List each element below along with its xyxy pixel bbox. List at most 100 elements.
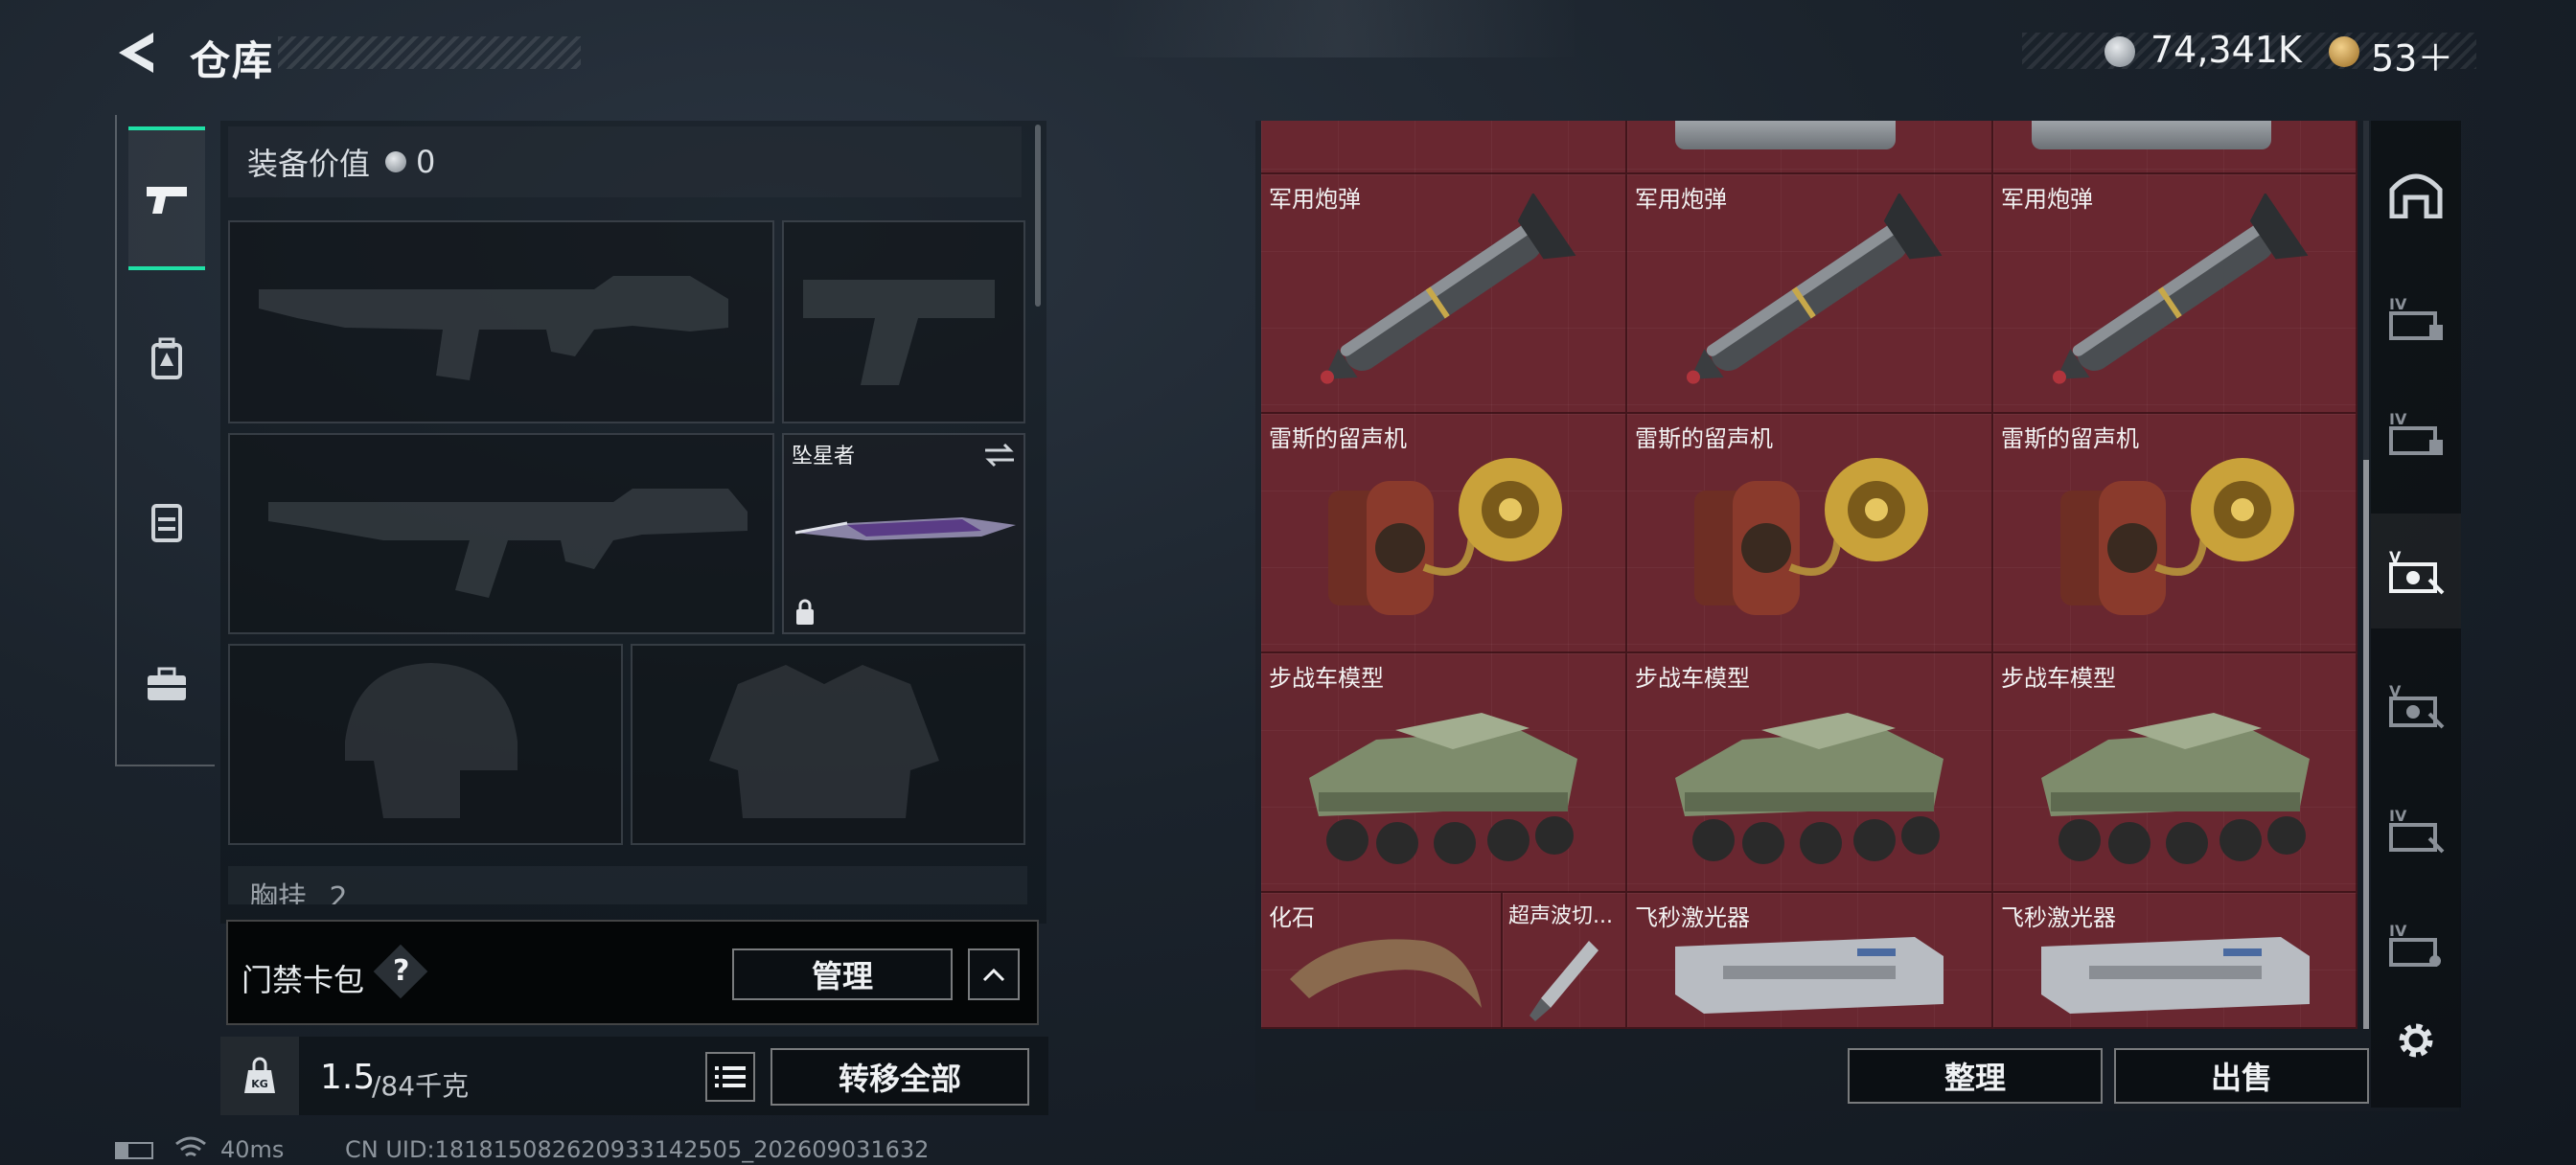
item-name: 雷斯的留声机 — [1269, 425, 1407, 452]
premium-balance[interactable]: 53＋ — [2371, 29, 2453, 81]
item-cell[interactable]: 飞秒激光器 — [1627, 893, 1993, 1029]
gramophone-icon — [1328, 458, 1562, 615]
weight-unit-icon: KG — [251, 1078, 268, 1090]
chest-rig-label: 胸挂 — [249, 881, 307, 904]
weight-current: 1.5 — [320, 1058, 376, 1097]
femtosecond-laser-icon — [1675, 937, 1944, 1014]
item-cell[interactable]: 超声波切... — [1503, 893, 1627, 1029]
body-armor-silhouette-icon — [709, 665, 939, 818]
battery-icon — [115, 1142, 153, 1159]
equipment-value: 0 — [416, 144, 436, 180]
item-cell[interactable]: 步战车模型 — [1261, 653, 1627, 893]
tab-storage-iv-1[interactable]: IV — [2371, 261, 2461, 376]
item-name: 步战车模型 — [1635, 665, 1750, 692]
grid-cell[interactable] — [1993, 121, 2358, 174]
melee-weapon-slot[interactable]: 坠星者 — [782, 433, 1025, 634]
pistol-icon — [147, 187, 187, 214]
equipment-scrollbar[interactable] — [1035, 125, 1041, 307]
helmet-silhouette-icon — [345, 663, 518, 818]
artillery-shell-icon — [1320, 194, 1576, 384]
tab-storage-iv-2[interactable]: IV — [2371, 376, 2461, 491]
item-name: 雷斯的留声机 — [2001, 425, 2139, 452]
storage-grid: 军用炮弹 军用炮弹 军用炮弹 雷斯的留声机 雷斯的留声机 雷斯的留声机 步战车模… — [1261, 121, 2358, 1029]
storage-iv-4-icon: IV — [2389, 922, 2441, 967]
item-cell[interactable]: 军用炮弹 — [1261, 174, 1627, 414]
vest-icon — [151, 504, 182, 542]
secondary-weapon-slot[interactable] — [228, 433, 774, 634]
svg-text:IV: IV — [2389, 922, 2407, 940]
grid-cell[interactable] — [1627, 121, 1993, 174]
ping-text: 40ms — [220, 1136, 285, 1163]
silver-coin-icon — [2104, 36, 2135, 67]
fossil-claw-icon — [1290, 939, 1482, 1008]
storage-scrollbar[interactable] — [2363, 460, 2369, 1029]
back-arrow-icon — [119, 33, 153, 73]
equipment-value-bar: 装备价值 0 — [228, 126, 1022, 197]
tab-safe-box[interactable] — [2371, 136, 2461, 251]
tab-weapons[interactable] — [128, 126, 205, 270]
item-cell[interactable]: 雷斯的留声机 — [1627, 414, 1993, 653]
helmet-slot[interactable] — [228, 644, 623, 845]
item-cell[interactable]: 化石 — [1261, 893, 1503, 1029]
swap-icon[interactable] — [981, 441, 1018, 469]
tab-vest[interactable] — [128, 450, 205, 594]
storage-v-1-icon: V — [2389, 548, 2445, 595]
item-cell[interactable]: 军用炮弹 — [1993, 174, 2358, 414]
item-cell[interactable]: 步战车模型 — [1993, 653, 2358, 893]
item-cell[interactable]: 飞秒激光器 — [1993, 893, 2358, 1029]
gramophone-icon — [1694, 458, 1928, 615]
storage-v-2-icon: V — [2389, 682, 2445, 729]
item-name: 超声波切... — [1508, 904, 1613, 928]
item-cell[interactable]: 雷斯的留声机 — [1993, 414, 2358, 653]
list-view-button[interactable] — [705, 1052, 755, 1102]
keyboard-item-icon — [2032, 121, 2271, 149]
chest-rig-count: 2 — [329, 881, 348, 904]
primary-weapon-slot[interactable] — [228, 220, 774, 423]
transfer-all-button[interactable]: 转移全部 — [770, 1048, 1029, 1106]
chest-rig-slot[interactable]: 胸挂 2 — [228, 866, 1027, 904]
sidearm-slot[interactable] — [782, 220, 1025, 423]
item-cell[interactable]: 步战车模型 — [1627, 653, 1993, 893]
lock-icon — [796, 599, 814, 625]
equipment-tabs — [115, 115, 215, 766]
storage-iv-1-icon: IV — [2389, 295, 2443, 340]
weight-icon: KG — [220, 1037, 299, 1115]
artillery-shell-icon — [2052, 194, 2309, 384]
manage-button[interactable]: 管理 — [732, 948, 953, 1000]
tab-case[interactable] — [128, 613, 205, 757]
safe-box-icon — [2389, 173, 2443, 218]
tab-storage-v-1[interactable]: V — [2371, 514, 2461, 628]
rifle-silhouette-icon — [268, 489, 748, 598]
item-cell[interactable]: 雷斯的留声机 — [1261, 414, 1627, 653]
svg-text:IV: IV — [2389, 295, 2407, 313]
sort-button[interactable]: 整理 — [1848, 1048, 2103, 1104]
rifle-silhouette-icon — [259, 276, 728, 380]
equipment-value-label: 装备价值 — [247, 146, 371, 182]
keycard-pouch: 门禁卡包 ? 管理 — [226, 920, 1039, 1025]
uid-text: CN UID:18181508262093314​2505_2026090316… — [345, 1136, 930, 1163]
chevron-up-icon — [982, 968, 1005, 982]
item-cell[interactable]: 军用炮弹 — [1627, 174, 1993, 414]
armor-slot[interactable] — [631, 644, 1025, 845]
tab-storage-iv-3[interactable]: IV — [2371, 772, 2461, 887]
weight-max: /84千克 — [372, 1070, 470, 1102]
backpack-icon — [151, 337, 182, 379]
tab-storage-v-2[interactable]: V — [2371, 648, 2461, 763]
gramophone-icon — [2060, 458, 2294, 615]
back-button[interactable] — [115, 29, 161, 77]
collapse-button[interactable] — [968, 948, 1020, 1000]
tab-storage-iv-4[interactable]: IV — [2371, 887, 2461, 1002]
settings-button[interactable] — [2371, 993, 2461, 1088]
ifv-model-icon — [1309, 713, 1577, 864]
storage-iv-2-icon: IV — [2389, 410, 2443, 455]
sell-button[interactable]: 出售 — [2114, 1048, 2369, 1104]
storage-tabs: IV IV V V IV IV — [2371, 121, 2461, 1108]
page-title: 仓库 — [190, 37, 275, 84]
grid-cell[interactable] — [1261, 121, 1627, 174]
weight-bar: KG 1.5 /84千克 转移全部 — [220, 1037, 1048, 1115]
svg-text:IV: IV — [2389, 410, 2407, 428]
wifi-icon — [175, 1136, 206, 1157]
ultrasonic-cutter-icon — [1530, 941, 1598, 1021]
tab-backpack[interactable] — [128, 287, 205, 431]
keyboard-item-icon — [1675, 121, 1896, 149]
